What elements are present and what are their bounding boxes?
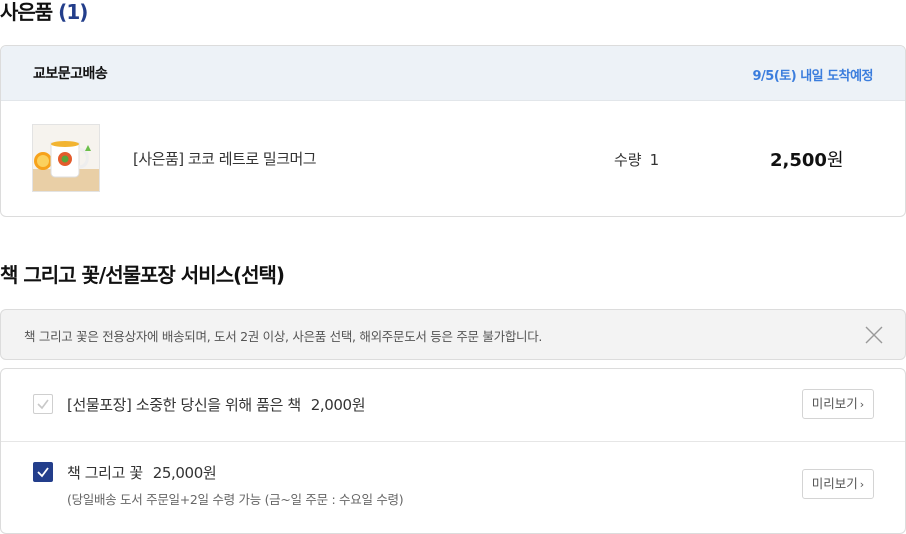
gift-wrap-service-title: 책 그리고 꽃/선물포장 서비스(선택) [0, 263, 285, 287]
product-thumbnail[interactable] [32, 124, 100, 192]
book-and-flower-preview-button[interactable]: 미리보기 › [802, 469, 874, 499]
shipping-carrier: 교보문고배송 [33, 66, 108, 82]
chevron-right-icon: › [859, 398, 865, 411]
product-name[interactable]: [사은품] 코코 레트로 밀크머그 [133, 148, 317, 169]
gift-count: (1) [58, 0, 88, 24]
gift-title-text: 사은품 [0, 0, 53, 24]
option-row-gift-wrap: [선물포장] 소중한 당신을 위해 품은 책 2,000원 미리보기 › [1, 369, 905, 442]
mug-image [33, 125, 99, 191]
gift-wrap-checkbox[interactable] [33, 394, 53, 414]
book-and-flower-delivery-note: (당일배송 도서 주문일+2일 수령 가능 (금~일 주문 : 수요일 수령) [67, 492, 404, 507]
check-icon [37, 399, 49, 410]
option-row-book-and-flower: 책 그리고 꽃 25,000원 (당일배송 도서 주문일+2일 수령 가능 (금~… [1, 442, 905, 533]
preview-label: 미리보기 [811, 476, 858, 491]
gift-item-row: [사은품] 코코 레트로 밀크머그 수량 1 2,500원 [1, 101, 905, 216]
chevron-right-icon: › [859, 478, 865, 491]
book-and-flower-label-text: 책 그리고 꽃 [67, 464, 143, 482]
check-icon [37, 467, 49, 478]
arrival-estimate: 9/5(토) 내일 도착예정 [752, 69, 874, 84]
price-currency: 원 [826, 150, 844, 171]
preview-label: 미리보기 [811, 396, 858, 411]
book-and-flower-label: 책 그리고 꽃 25,000원 [67, 462, 217, 483]
notice-text: 책 그리고 꽃은 전용상자에 배송되며, 도서 2권 이상, 사은품 선택, 해… [24, 329, 543, 344]
quantity: 수량 1 [614, 149, 659, 170]
gift-wrap-label: [선물포장] 소중한 당신을 위해 품은 책 2,000원 [67, 394, 365, 415]
service-options-card: [선물포장] 소중한 당신을 위해 품은 책 2,000원 미리보기 › 책 그리고… [0, 368, 906, 534]
gift-wrap-price: 2,000원 [310, 396, 366, 414]
gift-wrap-label-text: [선물포장] 소중한 당신을 위해 품은 책 [67, 396, 301, 414]
shipping-header: 교보문고배송 9/5(토) 내일 도착예정 [1, 46, 905, 101]
shipping-card: 교보문고배송 9/5(토) 내일 도착예정 [사은품] 코코 레트로 밀크머그 … [0, 45, 906, 217]
close-icon[interactable] [865, 326, 883, 344]
gift-wrap-preview-button[interactable]: 미리보기 › [802, 389, 874, 419]
service-notice: 책 그리고 꽃은 전용상자에 배송되며, 도서 2권 이상, 사은품 선택, 해… [0, 309, 906, 360]
book-and-flower-checkbox[interactable] [33, 462, 53, 482]
book-and-flower-price: 25,000원 [152, 464, 217, 482]
product-price: 2,500원 [770, 146, 844, 172]
price-value: 2,500 [770, 150, 827, 171]
quantity-label: 수량 [614, 151, 642, 169]
gift-section-title: 사은품 (1) [0, 0, 88, 24]
quantity-value: 1 [649, 151, 660, 169]
